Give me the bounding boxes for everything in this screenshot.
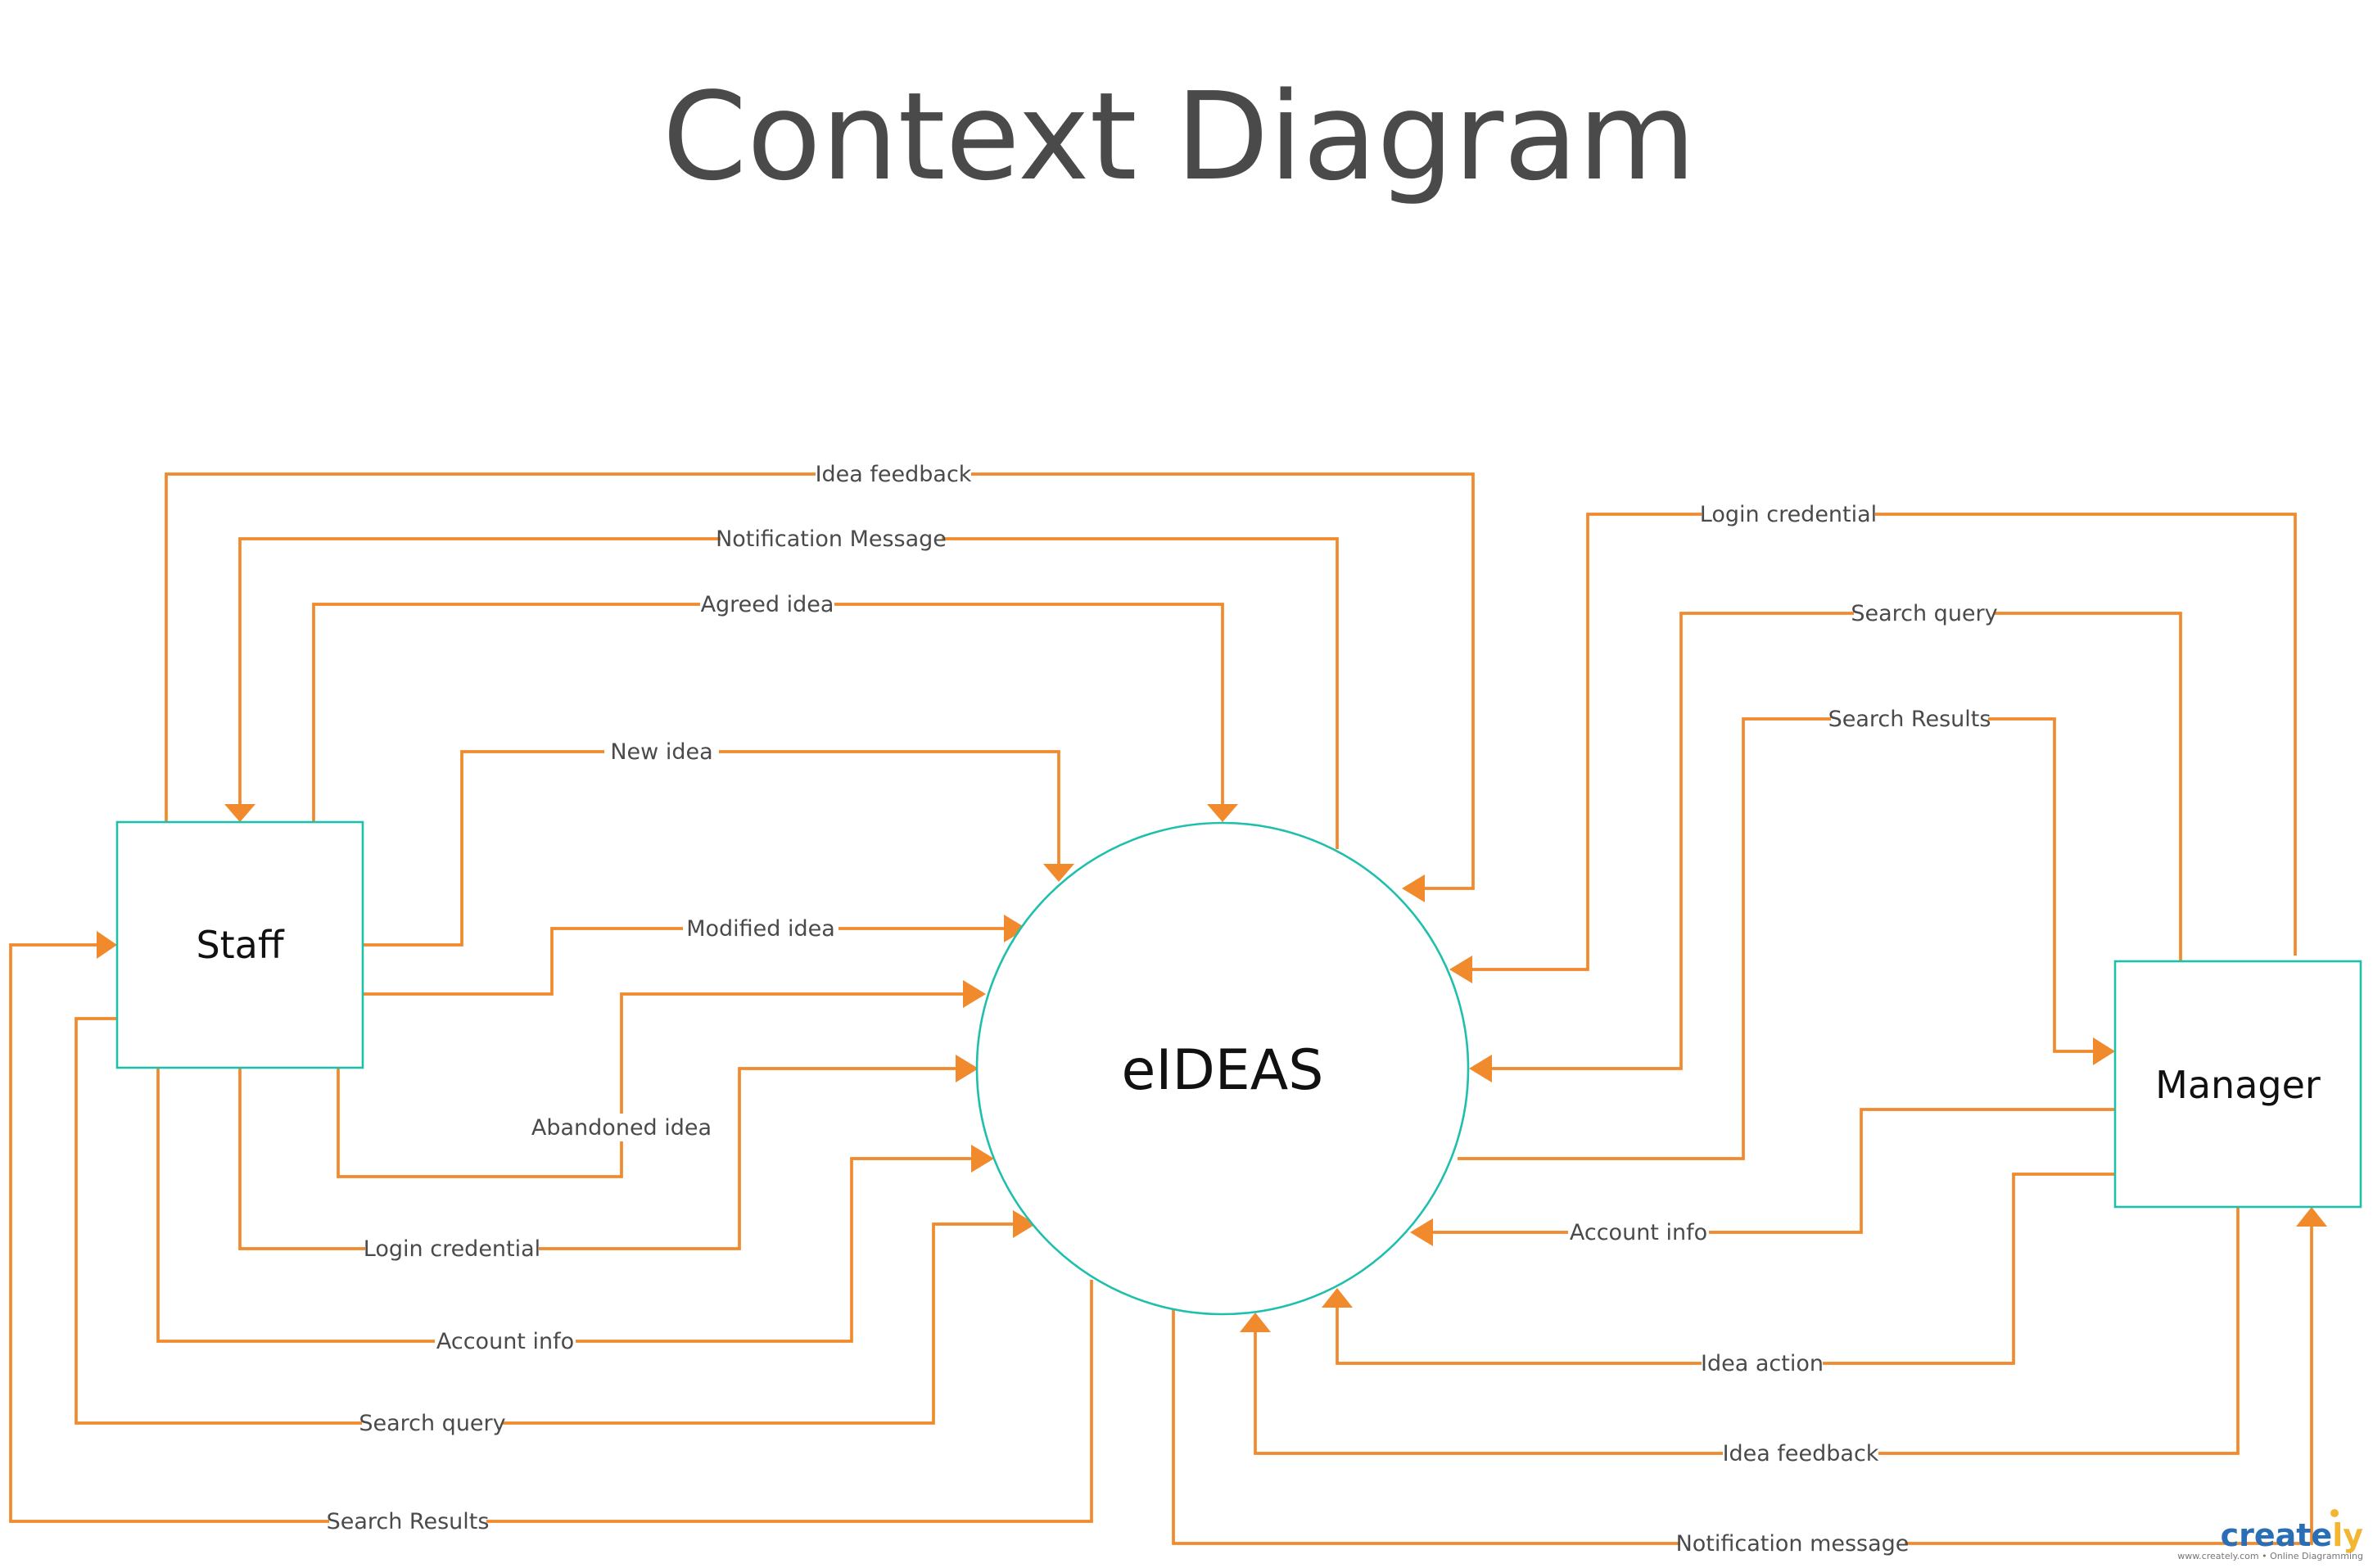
- flow-manager-search-query: Search query: [1469, 599, 2182, 1082]
- entity-manager[interactable]: Manager: [2113, 960, 2362, 1209]
- arrowhead-down: [1207, 804, 1238, 822]
- context-diagram: Context Diagram Idea feedback Notificati…: [9, 66, 2363, 1561]
- entity-label: Manager: [2155, 1063, 2321, 1107]
- watermark-tagline: www.creately.com • Online Diagramming: [2177, 1551, 2363, 1561]
- flow-staff-search-query: Search query: [75, 1017, 1036, 1437]
- flow-label: New idea: [610, 739, 712, 765]
- process-label: eIDEAS: [1122, 1038, 1324, 1103]
- flow-label: Abandoned idea: [531, 1115, 712, 1141]
- arrowhead-right: [963, 980, 986, 1008]
- arrowhead-left: [1449, 956, 1472, 983]
- flow-staff-agreed-idea: Agreed idea: [312, 590, 1238, 822]
- arrowhead-down: [224, 804, 255, 822]
- arrowhead-left: [1402, 874, 1425, 902]
- flow-label: Login credential: [1700, 502, 1877, 527]
- flow-label: Search Results: [1828, 707, 1991, 732]
- creately-watermark: creately www.creately.com • Online Diagr…: [2177, 1509, 2363, 1561]
- flow-manager-login-credential: Login credential: [1449, 500, 2297, 983]
- watermark-logo: creately: [2221, 1517, 2364, 1553]
- arrowhead-left: [1469, 1055, 1492, 1082]
- flow-label: Account info: [436, 1329, 574, 1354]
- flow-staff-abandoned-idea: Abandoned idea: [337, 980, 986, 1178]
- arrowhead-up: [2296, 1207, 2327, 1227]
- flow-label: Agreed idea: [701, 592, 834, 617]
- flow-label: Search Results: [327, 1509, 490, 1534]
- arrowhead-right: [2093, 1037, 2115, 1065]
- arrowhead-up: [1240, 1313, 1271, 1332]
- diagram-title: Context Diagram: [662, 66, 1696, 207]
- flow-label: Login credential: [364, 1236, 540, 1262]
- flow-label: Search query: [359, 1411, 505, 1436]
- flow-label: Idea feedback: [816, 462, 972, 487]
- flow-label: Account info: [1570, 1220, 1707, 1245]
- flow-label: Modified idea: [686, 916, 835, 942]
- flow-label: Search query: [1851, 601, 1997, 626]
- process-eideas[interactable]: eIDEAS: [975, 821, 1470, 1316]
- arrowhead-right: [97, 931, 117, 959]
- flow-manager-idea-action: Idea action: [1322, 1173, 2115, 1377]
- bulb-icon: [2330, 1509, 2339, 1517]
- flow-manager-account-info: Account info: [1410, 1108, 2115, 1246]
- entity-staff[interactable]: Staff: [115, 820, 364, 1069]
- flow-label: Idea action: [1701, 1351, 1824, 1376]
- flow-staff-account-info: Account info: [156, 1068, 994, 1355]
- arrowhead-right: [956, 1055, 979, 1082]
- flow-manager-search-results: Search Results: [1458, 705, 2115, 1160]
- flow-label: Notification message: [1676, 1531, 1910, 1557]
- entity-label: Staff: [196, 923, 284, 967]
- flow-staff-notification-message: Notification Message: [224, 525, 1339, 849]
- flow-label: Notification Message: [716, 526, 947, 552]
- flow-staff-new-idea: New idea: [363, 738, 1074, 947]
- flow-label: Idea feedback: [1723, 1441, 1879, 1466]
